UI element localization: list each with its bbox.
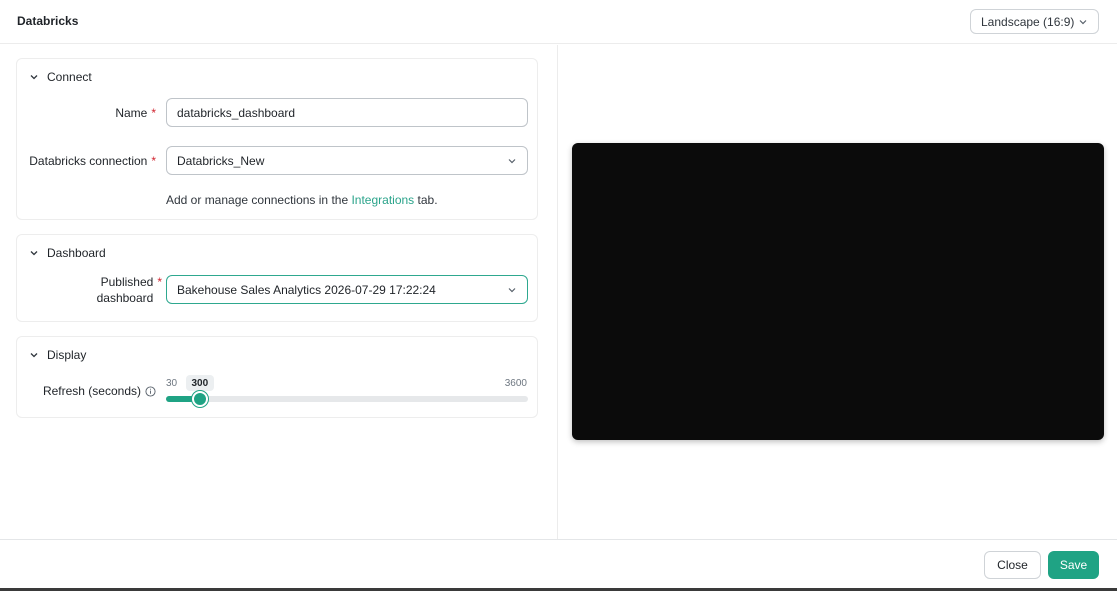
close-button[interactable]: Close	[984, 551, 1041, 579]
dashboard-preview	[572, 143, 1104, 440]
app-title: Databricks	[17, 14, 79, 28]
hint-suffix: tab.	[417, 193, 438, 207]
name-label: Name *	[115, 106, 156, 120]
dashboard-section-title: Dashboard	[47, 246, 106, 260]
name-input[interactable]: databricks_dashboard	[166, 98, 528, 127]
connection-label-text: Databricks connection	[29, 154, 148, 168]
required-marker: *	[151, 106, 156, 120]
chevron-down-icon	[30, 75, 38, 80]
display-section: Display Refresh (seconds) 30 3600 300	[16, 336, 538, 418]
footer: Close Save	[0, 539, 1117, 588]
required-marker: *	[151, 154, 156, 168]
integrations-link[interactable]: Integrations	[351, 193, 414, 207]
refresh-value-tooltip: 300	[185, 375, 215, 391]
name-label-text: Name	[115, 106, 148, 120]
header: Databricks Landscape (16:9)	[0, 0, 1117, 44]
published-dashboard-label: Published dashboard *	[97, 274, 177, 306]
connection-hint: Add or manage connections in the Integra…	[166, 193, 438, 207]
connect-section-title: Connect	[47, 70, 92, 84]
refresh-max-label: 3600	[504, 378, 527, 389]
chevron-down-icon	[30, 251, 38, 256]
name-input-value: databricks_dashboard	[177, 105, 296, 120]
published-label-line2: dashboard	[96, 291, 154, 305]
connect-section-toggle[interactable]: Connect	[29, 70, 92, 84]
orientation-select[interactable]: Landscape (16:9)	[970, 9, 1099, 34]
published-dashboard-value: Bakehouse Sales Analytics 2026-07-29 17:…	[177, 282, 436, 297]
dashboard-section: Dashboard Published dashboard * Bakehous…	[16, 234, 538, 322]
connection-select[interactable]: Databricks_New	[166, 146, 528, 175]
required-marker: *	[157, 275, 162, 289]
published-dashboard-select[interactable]: Bakehouse Sales Analytics 2026-07-29 17:…	[166, 275, 528, 304]
refresh-slider-thumb[interactable]	[192, 391, 208, 407]
refresh-label-text: Refresh (seconds)	[42, 384, 141, 398]
refresh-slider-track[interactable]	[166, 391, 528, 407]
settings-pane: Connect Name * databricks_dashboard Datab…	[0, 45, 557, 539]
display-section-title: Display	[47, 348, 87, 362]
hint-prefix: Add or manage connections in the	[166, 193, 349, 207]
published-label-line1: Published	[100, 275, 154, 289]
connection-select-value: Databricks_New	[177, 153, 265, 168]
refresh-label: Refresh (seconds)	[43, 384, 156, 398]
connect-section: Connect Name * databricks_dashboard Datab…	[16, 58, 538, 220]
save-button[interactable]: Save	[1048, 551, 1099, 579]
display-section-toggle[interactable]: Display	[29, 348, 86, 362]
orientation-value: Landscape (16:9)	[981, 14, 1075, 29]
dashboard-section-toggle[interactable]: Dashboard	[29, 246, 106, 260]
info-icon[interactable]	[145, 385, 156, 397]
published-dashboard-label-text: Published dashboard	[97, 274, 154, 306]
chevron-down-icon	[508, 158, 516, 163]
pane-divider	[557, 45, 558, 539]
chevron-down-icon	[508, 287, 516, 292]
connection-label: Databricks connection *	[29, 154, 156, 168]
chevron-down-icon	[30, 353, 38, 358]
chevron-down-icon	[1079, 19, 1087, 24]
refresh-min-label: 30	[166, 378, 178, 389]
